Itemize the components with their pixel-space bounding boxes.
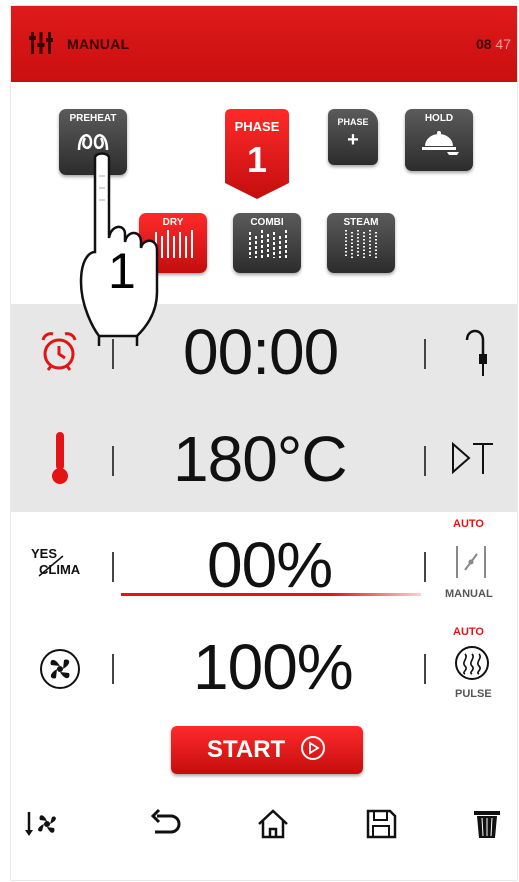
plus-icon: +	[347, 129, 359, 151]
pulse-fan-icon[interactable]	[453, 644, 491, 682]
combi-icon	[249, 230, 287, 258]
hold-button[interactable]: HOLD	[405, 109, 473, 171]
fan-speed-value[interactable]: 100%	[193, 630, 354, 704]
damper-valve-icon[interactable]	[453, 542, 489, 582]
preheat-label: PREHEAT	[69, 113, 117, 124]
fan-reverse-icon[interactable]	[25, 806, 61, 842]
climate-auto-label[interactable]: AUTO	[453, 518, 484, 530]
humidity-slider-track[interactable]	[121, 593, 421, 596]
slash-mark	[38, 555, 64, 577]
phase-1-button[interactable]: PHASE 1	[225, 109, 289, 199]
alarm-clock-icon[interactable]	[39, 330, 79, 374]
temperature-value[interactable]: 180°C	[173, 422, 348, 496]
core-probe-icon[interactable]	[461, 326, 493, 378]
clock-minutes: 47	[495, 36, 511, 52]
steam-mode-button[interactable]: STEAM	[327, 213, 395, 273]
add-phase-label: PHASE	[337, 117, 369, 127]
hold-label: HOLD	[424, 113, 454, 124]
phase-label: PHASE	[234, 119, 280, 134]
play-icon	[301, 736, 325, 760]
separator	[112, 446, 114, 476]
tutorial-step-number: 1	[108, 243, 136, 299]
separator	[424, 446, 426, 476]
oven-control-screen: MANUAL 08 47 PREHEAT PHASE 1 PHASE + HOL…	[11, 6, 517, 880]
add-phase-button[interactable]: PHASE +	[328, 109, 378, 165]
start-label: START	[207, 736, 286, 763]
combi-label: COMBI	[250, 217, 284, 228]
phase-number: 1	[246, 139, 268, 180]
separator	[424, 339, 426, 369]
clock: 08 47	[476, 36, 511, 52]
mode-title: MANUAL	[67, 36, 130, 52]
separator	[112, 552, 114, 582]
clock-hours: 08	[475, 36, 492, 52]
start-button[interactable]: START	[171, 726, 363, 774]
steam-icon	[345, 230, 377, 258]
manual-mode-sliders-icon[interactable]	[29, 30, 53, 56]
humidity-value[interactable]: 00%	[207, 528, 333, 602]
combi-mode-button[interactable]: COMBI	[233, 213, 301, 273]
separator	[112, 654, 114, 684]
undo-icon[interactable]	[147, 806, 183, 842]
cloche-hold-icon	[422, 131, 459, 155]
steam-label: STEAM	[343, 217, 379, 228]
delta-t-icon[interactable]	[449, 438, 497, 478]
save-icon[interactable]	[363, 806, 399, 842]
climate-logo: YES CLIMA	[31, 546, 95, 582]
home-icon[interactable]	[255, 806, 291, 842]
top-bar: MANUAL 08 47	[11, 6, 517, 82]
trash-icon[interactable]	[469, 806, 505, 842]
thermometer-icon[interactable]	[49, 430, 71, 486]
time-value[interactable]: 00:00	[183, 315, 339, 389]
fan-auto-label[interactable]: AUTO	[453, 626, 484, 638]
separator	[424, 552, 426, 582]
separator	[424, 654, 426, 684]
pulse-label[interactable]: PULSE	[455, 688, 492, 700]
fan-icon[interactable]	[39, 648, 81, 690]
climate-manual-label[interactable]: MANUAL	[445, 588, 493, 600]
